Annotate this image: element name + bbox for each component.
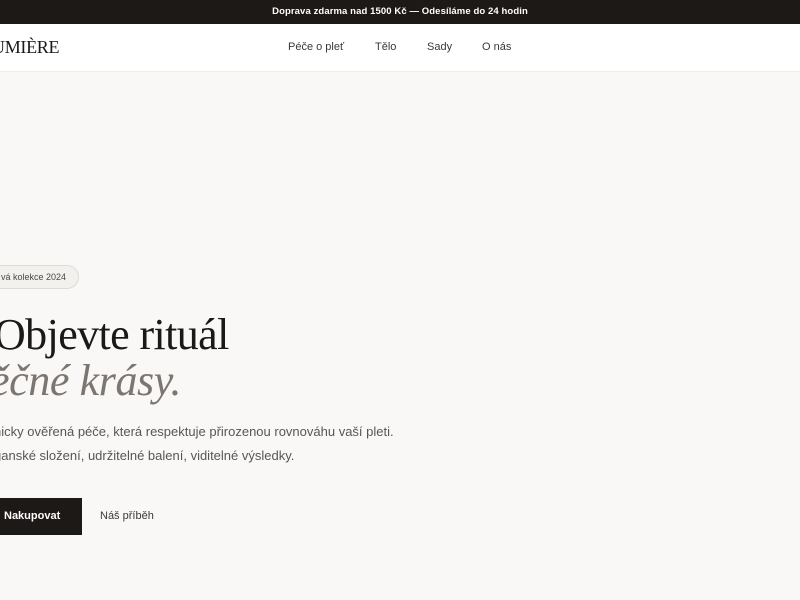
site-header: UMIÈRE Péče o pleť Tělo Sady O nás	[0, 24, 800, 72]
announcement-bar: Doprava zdarma nad 1500 Kč — Odesíláme d…	[0, 0, 800, 24]
nav-item-about[interactable]: O nás	[482, 41, 511, 53]
main-nav: Péče o pleť Tělo Sady O nás	[0, 41, 800, 57]
nav-item-skin-care[interactable]: Péče o pleť	[288, 41, 344, 53]
announcement-text: Doprava zdarma nad 1500 Kč — Odesíláme d…	[272, 6, 528, 17]
shop-now-button[interactable]: Nakupovat	[0, 498, 82, 535]
hero-description-line-2: ganské složení, udržitelné balení, vidit…	[0, 448, 295, 463]
collection-badge: vá kolekce 2024	[0, 265, 80, 289]
hero-headline: Objevte rituál	[0, 310, 229, 359]
nav-item-body[interactable]: Tělo	[375, 41, 396, 53]
nav-item-sets[interactable]: Sady	[427, 41, 452, 53]
hero-description-line-1: nicky ověřená péče, která respektuje při…	[0, 424, 394, 439]
our-story-link[interactable]: Náš příběh	[100, 498, 154, 535]
hero-headline-italic: ěčné krásy.	[0, 356, 182, 405]
